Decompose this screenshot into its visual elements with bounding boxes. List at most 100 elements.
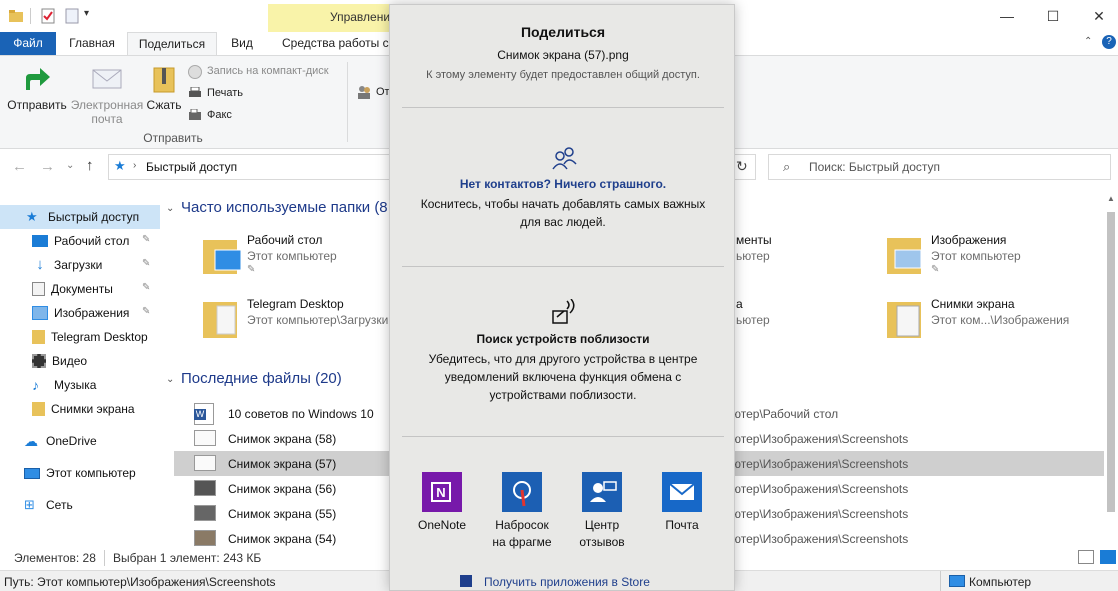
folder-icon[interactable]: [885, 236, 922, 274]
sidebar-item-screenshots[interactable]: Снимки экрана: [0, 397, 160, 421]
desktop-icon: [32, 235, 48, 247]
folder-title[interactable]: менты: [736, 233, 772, 247]
sidebar-item-telegram[interactable]: Telegram Desktop: [0, 325, 160, 349]
tab-share[interactable]: Поделиться: [127, 32, 217, 56]
pictures-icon: [32, 306, 48, 320]
help-icon[interactable]: ?: [1102, 35, 1116, 49]
sidebar-item-pictures[interactable]: Изображения ✎: [0, 301, 160, 325]
sidebar-item-network[interactable]: ⊞ Сеть: [0, 493, 160, 517]
new-folder-icon[interactable]: [64, 8, 80, 24]
share-file-name: Снимок экрана (57).png: [497, 48, 629, 62]
onenote-app-button[interactable]: N: [422, 472, 462, 512]
send-button[interactable]: Отправить: [4, 98, 70, 112]
scrollbar-thumb[interactable]: [1107, 212, 1115, 512]
app-label-line2: отзывов: [579, 535, 625, 549]
pin-icon[interactable]: ✎: [142, 258, 150, 269]
folder-icon: [32, 330, 45, 344]
sidebar-item-desktop[interactable]: Рабочий стол ✎: [0, 229, 160, 253]
folder-icon[interactable]: [201, 300, 237, 338]
folder-title[interactable]: Изображения: [931, 233, 1006, 247]
refresh-icon: ↻: [736, 158, 748, 174]
mail-icon: [669, 483, 695, 500]
maximize-button[interactable]: ☐: [1030, 0, 1076, 32]
scroll-up-icon[interactable]: ▲: [1107, 194, 1115, 203]
close-button[interactable]: ✕: [1076, 0, 1118, 32]
folder-title[interactable]: Рабочий стол: [247, 233, 322, 247]
sidebar-item-downloads[interactable]: ↓ Загрузки ✎: [0, 253, 160, 277]
recent-locations-icon[interactable]: ⌄: [66, 160, 74, 171]
file-path: ютер\Изображения\Screenshots: [732, 432, 909, 446]
snip-sketch-app-button[interactable]: [502, 472, 542, 512]
image-thumbnail-icon: [194, 505, 216, 521]
share-send-icon[interactable]: [22, 64, 52, 94]
sidebar-item-label: Документы: [51, 282, 113, 296]
image-thumbnail-icon: [194, 530, 216, 546]
fax-button[interactable]: Факс: [207, 109, 232, 121]
folder-icon[interactable]: [885, 300, 921, 338]
search-icon: ⌕: [783, 159, 791, 174]
minimize-button[interactable]: —: [984, 0, 1030, 32]
selection-info: Выбран 1 элемент: 243 КБ: [113, 551, 262, 565]
tab-view[interactable]: Вид: [222, 32, 262, 55]
network-icon: ⊞: [24, 497, 35, 512]
nearby-sharing-icon: [550, 298, 578, 325]
sidebar-item-documents[interactable]: Документы ✎: [0, 277, 160, 301]
forward-icon[interactable]: →: [40, 158, 55, 175]
divider: [402, 266, 724, 267]
app-label-line1: Центр: [584, 518, 620, 532]
search-input[interactable]: ⌕ Поиск: Быстрый доступ: [768, 154, 1111, 180]
sidebar-item-onedrive[interactable]: ☁ OneDrive: [0, 429, 160, 453]
file-name: 10 советов по Windows 10: [228, 407, 374, 421]
vertical-scrollbar[interactable]: ▲: [1104, 190, 1118, 546]
pin-icon: ✎: [247, 264, 256, 275]
large-icons-view-icon[interactable]: [1100, 550, 1116, 564]
snip-sketch-icon: [513, 481, 531, 507]
image-thumbnail-icon: [194, 455, 216, 471]
file-path: ютер\Изображения\Screenshots: [732, 457, 909, 471]
get-apps-in-store-link[interactable]: Получить приложения в Store: [484, 575, 650, 589]
onenote-icon: N: [431, 482, 451, 502]
computer-icon: [24, 467, 40, 479]
app-label: Почта: [665, 518, 699, 532]
address-bar[interactable]: ★ › Быстрый доступ: [108, 154, 398, 180]
folder-title[interactable]: Снимки экрана: [931, 297, 1015, 311]
feedback-hub-app-button[interactable]: [582, 472, 622, 512]
customize-qat-icon[interactable]: ▾: [84, 8, 100, 24]
sidebar-item-quick-access[interactable]: ★ Быстрый доступ: [0, 205, 160, 229]
file-path: ютер\Изображения\Screenshots: [732, 532, 909, 546]
up-icon[interactable]: ↑: [86, 157, 94, 174]
tab-picture-tools[interactable]: Средства работы с р: [272, 32, 390, 55]
tab-file[interactable]: Файл: [0, 32, 56, 55]
add-contacts-link[interactable]: Нет контактов? Ничего страшного.: [390, 177, 736, 191]
sidebar-item-music[interactable]: ♪ Музыка: [0, 373, 160, 397]
pin-icon[interactable]: ✎: [142, 282, 150, 293]
folder-title[interactable]: а: [736, 297, 743, 311]
pin-icon[interactable]: ✎: [142, 234, 150, 245]
back-icon[interactable]: ←: [12, 158, 27, 175]
share-with-label: От: [376, 86, 390, 98]
print-button[interactable]: Печать: [207, 87, 243, 99]
nearby-sharing-title: Поиск устройств поблизости: [476, 332, 650, 346]
collapse-group-icon[interactable]: ⌄: [166, 374, 174, 385]
folder-title[interactable]: Telegram Desktop: [247, 297, 344, 311]
folder-icon[interactable]: [8, 8, 24, 24]
folder-icon[interactable]: [201, 236, 242, 274]
folder-location: ьютер: [736, 249, 770, 263]
sidebar-item-videos[interactable]: Видео: [0, 349, 160, 373]
collapse-ribbon-icon[interactable]: ⌃: [1084, 36, 1092, 47]
frequent-folders-header[interactable]: Часто используемые папки (8: [181, 199, 388, 216]
properties-icon[interactable]: [40, 8, 56, 24]
pin-icon[interactable]: ✎: [142, 306, 150, 317]
collapse-group-icon[interactable]: ⌄: [166, 203, 174, 214]
folder-location: Этот ком...\Изображения: [931, 313, 1070, 327]
tab-home[interactable]: Главная: [60, 32, 124, 55]
sidebar-item-this-pc[interactable]: Этот компьютер: [0, 461, 160, 485]
recent-files-header[interactable]: Последние файлы (20): [181, 370, 342, 387]
contacts-description-line1: Коснитесь, чтобы начать добавлять самых …: [420, 197, 706, 211]
word-document-icon: W: [194, 403, 214, 425]
details-view-icon[interactable]: [1078, 550, 1094, 564]
share-with-icon: [356, 84, 372, 100]
zip-button[interactable]: Сжать: [144, 98, 184, 112]
mail-app-button[interactable]: [662, 472, 702, 512]
breadcrumb[interactable]: Быстрый доступ: [146, 160, 237, 174]
